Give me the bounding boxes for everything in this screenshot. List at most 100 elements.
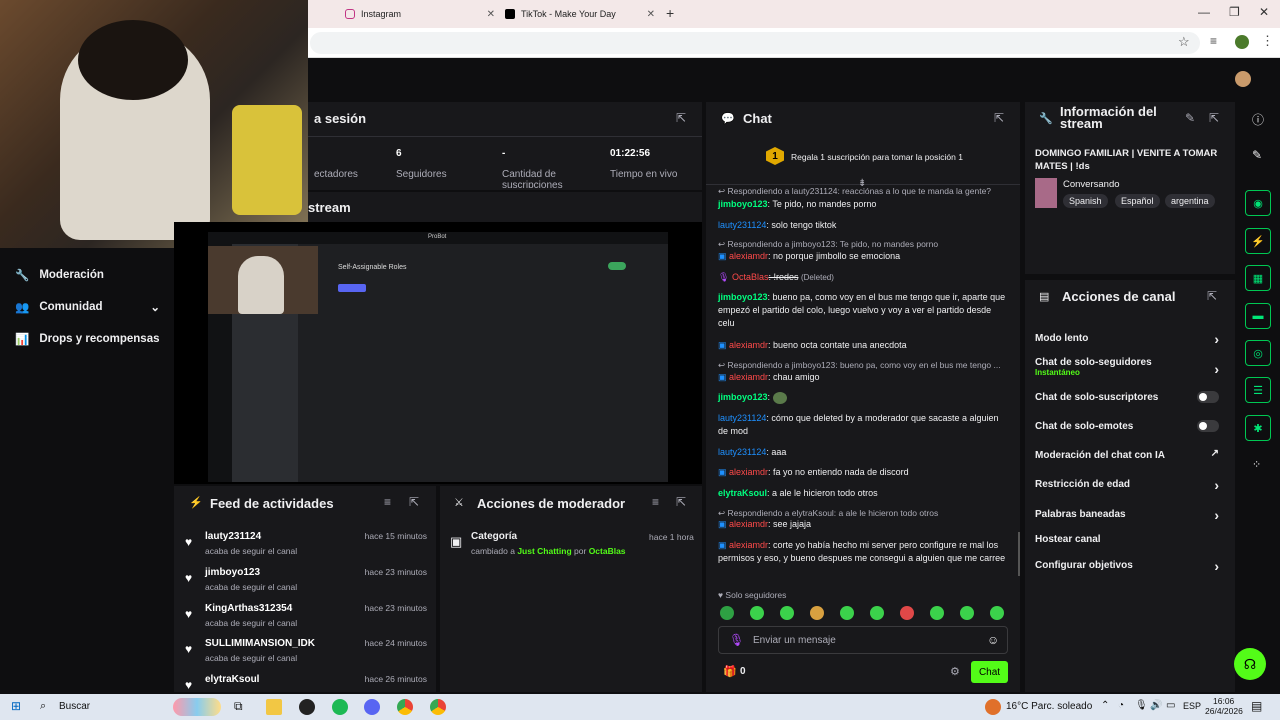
emote-icon[interactable] bbox=[990, 606, 1004, 620]
wifi-icon[interactable]: ◔ bbox=[1118, 700, 1124, 711]
follower-name[interactable]: SULLIMIMANSION_IDK bbox=[205, 638, 315, 649]
popout-icon[interactable]: ⇱ bbox=[676, 495, 686, 509]
subs-only-toggle[interactable] bbox=[1197, 391, 1219, 403]
discord-icon[interactable] bbox=[364, 699, 380, 715]
battery-icon[interactable]: ▭ bbox=[1166, 700, 1175, 711]
chat-username[interactable]: alexiamdr bbox=[729, 519, 768, 529]
mic-icon[interactable]: 🎙 bbox=[729, 633, 744, 647]
close-icon[interactable]: ✕ bbox=[647, 9, 655, 20]
chat-username[interactable]: alexiamdr bbox=[729, 372, 768, 382]
clock-time[interactable]: 16:06 bbox=[1213, 696, 1234, 706]
restore-button[interactable]: ❐ bbox=[1229, 5, 1240, 19]
tag-badge[interactable]: Spanish bbox=[1063, 194, 1108, 208]
emote-icon[interactable] bbox=[900, 606, 914, 620]
tab-tiktok[interactable]: TikTok - Make Your Day ✕ bbox=[505, 4, 655, 24]
tag-badge[interactable]: argentina bbox=[1165, 194, 1215, 208]
rail-layout-button[interactable]: ☰ bbox=[1245, 377, 1271, 403]
sidebar-item-drops[interactable]: 📊 Drops y recompensas bbox=[15, 332, 160, 346]
chevron-up-icon[interactable]: ⌃ bbox=[1101, 700, 1109, 711]
sidebar-item-moderation[interactable]: 🔧 Moderación bbox=[15, 268, 104, 282]
popout-icon[interactable]: ⇱ bbox=[1207, 289, 1217, 303]
support-button[interactable]: ☊ bbox=[1234, 648, 1266, 680]
tab-instagram[interactable]: Instagram ✕ bbox=[345, 4, 495, 24]
follower-name[interactable]: elytraKsoul bbox=[205, 674, 259, 685]
close-icon[interactable]: ✕ bbox=[487, 9, 495, 20]
popout-icon[interactable]: ⇱ bbox=[676, 111, 686, 125]
follower-name[interactable]: lauty231124 bbox=[205, 531, 261, 542]
emote-icon[interactable] bbox=[720, 606, 734, 620]
rail-list-button[interactable]: ▦ bbox=[1245, 265, 1271, 291]
chat-username[interactable]: jimboyo123 bbox=[718, 199, 768, 209]
rail-bolt-button[interactable]: ⚡ bbox=[1245, 228, 1271, 254]
chat-username[interactable]: lauty231124 bbox=[718, 220, 766, 230]
action-host-channel[interactable]: Hostear canal bbox=[1035, 534, 1225, 545]
mic-icon[interactable]: 🎙 bbox=[1135, 700, 1148, 711]
taskbar-search[interactable]: Buscar bbox=[59, 701, 90, 712]
emote-icon[interactable] bbox=[840, 606, 854, 620]
chat-username[interactable]: jimboyo123 bbox=[718, 392, 768, 402]
emote-icon[interactable] bbox=[930, 606, 944, 620]
apps-icon[interactable]: ⁘ bbox=[1252, 458, 1261, 471]
emote-icon[interactable] bbox=[750, 606, 764, 620]
popout-icon[interactable]: ⇱ bbox=[409, 495, 419, 509]
chat-username[interactable]: jimboyo123 bbox=[718, 292, 768, 302]
windows-start-icon[interactable]: ⊞ bbox=[11, 699, 21, 713]
info-icon[interactable]: ⓘ bbox=[1252, 111, 1264, 128]
chat-scrollbar[interactable] bbox=[1018, 532, 1020, 576]
send-chat-button[interactable]: Chat bbox=[971, 661, 1008, 683]
minimize-button[interactable]: — bbox=[1198, 5, 1210, 19]
emoji-icon[interactable]: ☺ bbox=[987, 633, 999, 647]
sidebar-item-community[interactable]: 👥 Comunidad ⌄ bbox=[15, 300, 160, 314]
chat-username[interactable]: alexiamdr bbox=[729, 467, 768, 477]
new-tab-button[interactable]: + bbox=[666, 5, 674, 21]
chat-username[interactable]: alexiamdr bbox=[729, 251, 768, 261]
weather-text[interactable]: 16°C Parc. soleado bbox=[1006, 701, 1092, 712]
gift-banner[interactable]: Regala 1 suscripción para tomar la posic… bbox=[791, 152, 963, 162]
star-icon[interactable]: ☆ bbox=[1178, 34, 1190, 50]
url-input[interactable] bbox=[310, 32, 1200, 54]
emotes-only-toggle[interactable] bbox=[1197, 420, 1219, 432]
playlist-icon[interactable]: ≡ bbox=[1210, 34, 1217, 48]
emote-icon[interactable] bbox=[960, 606, 974, 620]
search-icon[interactable]: ⌕ bbox=[40, 700, 46, 713]
action-age-restriction[interactable]: Restricción de edad › bbox=[1035, 477, 1225, 493]
profile-avatar[interactable] bbox=[1235, 35, 1249, 49]
stream-preview[interactable]: ProBot Self-Assignable Roles bbox=[174, 222, 702, 484]
category-link[interactable]: Just Chatting bbox=[517, 546, 571, 556]
action-goals[interactable]: Configurar objetivos › bbox=[1035, 558, 1225, 574]
action-slow-mode[interactable]: Modo lento › bbox=[1035, 331, 1225, 347]
chrome-icon[interactable] bbox=[397, 699, 413, 715]
points-icon[interactable]: 🎁 bbox=[723, 665, 737, 678]
follower-name[interactable]: jimboyo123 bbox=[205, 567, 260, 578]
tag-badge[interactable]: Español bbox=[1115, 194, 1160, 208]
filter-icon[interactable]: ≡ bbox=[384, 495, 391, 509]
rail-chat-button[interactable]: ▬ bbox=[1245, 303, 1271, 329]
action-banned-words[interactable]: Palabras baneadas › bbox=[1035, 507, 1225, 523]
emote-icon[interactable] bbox=[870, 606, 884, 620]
emote-icon[interactable] bbox=[780, 606, 794, 620]
chat-username[interactable]: alexiamdr bbox=[729, 340, 768, 350]
chrome-icon[interactable] bbox=[430, 699, 446, 715]
menu-icon[interactable]: ⋮ bbox=[1261, 33, 1274, 49]
task-view-icon[interactable]: ⧉ bbox=[234, 699, 243, 714]
follower-name[interactable]: KingArthas312354 bbox=[205, 603, 292, 614]
gear-icon[interactable]: ⚙ bbox=[950, 665, 960, 678]
pencil-icon[interactable]: ✎ bbox=[1252, 148, 1262, 162]
action-followers-only[interactable]: Chat de solo-seguidores Instantáneo › bbox=[1035, 357, 1225, 377]
chat-username[interactable]: alexiamdr bbox=[729, 540, 768, 550]
edit-icon[interactable]: ✎ bbox=[1185, 111, 1195, 125]
chat-username[interactable]: OctaBlas bbox=[732, 272, 769, 282]
emote-icon[interactable] bbox=[810, 606, 824, 620]
spotify-icon[interactable] bbox=[332, 699, 348, 715]
volume-icon[interactable]: 🔊 bbox=[1150, 700, 1162, 711]
chat-username[interactable]: lauty231124 bbox=[718, 447, 766, 457]
rail-camera-button[interactable]: ◉ bbox=[1245, 190, 1271, 216]
category-name[interactable]: Conversando bbox=[1063, 179, 1120, 190]
obs-icon[interactable] bbox=[299, 699, 315, 715]
rail-broadcast-button[interactable]: ◎ bbox=[1245, 340, 1271, 366]
language-indicator[interactable]: ESP bbox=[1183, 701, 1201, 711]
notification-icon[interactable]: ▤ bbox=[1251, 699, 1262, 713]
avatar[interactable] bbox=[1235, 71, 1251, 87]
user-link[interactable]: OctaBlas bbox=[589, 546, 626, 556]
close-window-button[interactable]: ✕ bbox=[1259, 5, 1269, 19]
